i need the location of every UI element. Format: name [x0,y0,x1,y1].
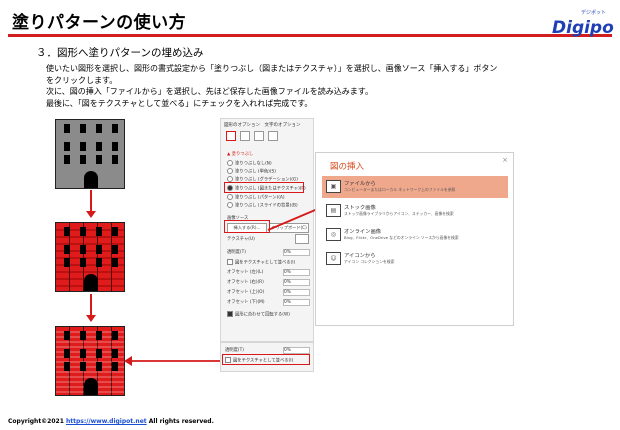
down-arrow [86,294,96,322]
highlight-tile-checkbox [222,354,310,365]
footer-copyright: Copyright©2021 https://www.digipot.net A… [8,418,214,425]
option-label: 塗りつぶしなし(N) [235,161,272,167]
title-underline [8,34,612,37]
item-desc: ストック画像ライブラリからアイコン、ステッカー、画像を検索 [344,211,454,216]
checkbox-label: 図をテクスチャとして並べる(I) [235,260,296,266]
castle-shape-gray [55,119,125,189]
offset-top-input[interactable]: 0% [283,289,310,296]
item-desc: コンピューターまたはローカル ネットワーク上のファイルを参照 [344,187,456,192]
svg-text:Digipot: Digipot [552,18,614,38]
transparency-input[interactable]: 0% [283,347,310,354]
offset-right-input[interactable]: 0% [283,279,310,286]
icons-item[interactable]: ☺ アイコンから アイコン コレクションを検索 [322,248,508,270]
fill-option-none[interactable]: 塗りつぶしなし(N) [227,160,272,167]
offset-top-label: オフセット (上)(O) [227,290,265,295]
item-title: ストック画像 [344,205,376,211]
instruction-line: 最後に、「図をテクスチャとして並べる」にチェックを入れれば完成です。 [46,98,313,108]
offset-left-input[interactable]: 0% [283,269,310,276]
site-link[interactable]: https://www.digipot.net [66,418,147,425]
pane-header: 図形のオプション 文字のオプション [224,123,301,128]
picture-icon[interactable] [268,131,278,141]
fill-option-solid[interactable]: 塗りつぶし (単色)(S) [227,168,276,175]
transparency-label: 透明度(T) [227,250,246,255]
arrow-to-castle [124,356,220,366]
item-title: ファイルから [344,181,376,187]
rotate-checkbox[interactable]: 図形に合わせて回転する(W) [227,311,290,318]
offset-left-label: オフセット (左)(L) [227,270,264,275]
highlight-picture-fill [224,182,304,193]
globe-icon: ◎ [326,228,341,241]
radio-button[interactable] [227,194,233,200]
fill-section-header[interactable]: ▲ 塗りつぶし [227,151,253,157]
digipot-logo: Digipot デジポット [548,6,620,38]
tile-checkbox[interactable]: 図をテクスチャとして並べる(I) [227,259,295,266]
offset-right-label: オフセット (右)(R) [227,280,264,285]
insert-picture-dialog: 図の挿入 × ▣ ファイルから コンピューターまたはローカル ネットワーク上のフ… [315,152,514,326]
down-arrow [86,190,96,218]
instruction-line: 次に、図の挿入「ファイルから」を選択し、先ほど保存した画像ファイルを読み込みます… [46,87,373,97]
checkbox-checked[interactable] [227,311,233,317]
dialog-title: 図の挿入 [330,162,365,172]
radio-button[interactable] [227,160,233,166]
transparency-label: 透明度(T) [225,348,244,353]
copyright-text: Copyright©2021 [8,418,66,425]
castle-shape-brick [55,222,125,292]
radio-button[interactable] [227,202,233,208]
instruction-line: をクリックします。 [46,75,118,85]
file-icon: ▣ [326,180,341,193]
item-title: オンライン画像 [344,229,382,235]
size-properties-icon[interactable] [254,131,264,141]
stock-images-item[interactable]: ▤ ストック画像 ストック画像ライブラリからアイコン、ステッカー、画像を検索 [322,200,508,222]
page-title: 塗りパターンの使い方 [12,13,187,33]
offset-bottom-label: オフセット (下)(M) [227,300,265,305]
item-title: アイコンから [344,253,376,259]
highlight-insert-button [224,220,270,233]
svg-text:デジポット: デジポット [581,9,606,16]
close-icon[interactable]: × [502,156,508,164]
section-heading: ３．図形へ塗りパターンの埋め込み [36,47,204,59]
rights-text: All rights reserved. [146,418,214,425]
effects-icon[interactable] [240,131,250,141]
item-desc: アイコン コレクションを検索 [344,259,395,264]
online-images-item[interactable]: ◎ オンライン画像 Bing、Flickr、OneDrive などのオンライン … [322,224,508,246]
instructions: 使いたい図形を選択し、図形の書式設定から「塗りつぶし（図またはテクスチャ）」を選… [46,63,591,109]
option-label: 塗りつぶし (単色)(S) [235,169,276,175]
offset-bottom-input[interactable]: 0% [283,299,310,306]
instruction-line: 使いたい図形を選択し、図形の書式設定から「塗りつぶし（図またはテクスチャ）」を選… [46,64,498,73]
checkbox-label: 図形に合わせて回転する(W) [235,312,290,318]
item-desc: Bing、Flickr、OneDrive などのオンライン ソースから画像を検索 [344,235,459,240]
checkbox[interactable] [227,259,233,265]
icons-icon: ☺ [326,252,341,265]
castle-shape-tiled [55,326,125,396]
stock-image-icon: ▤ [326,204,341,217]
texture-label: テクスチャ(U) [227,237,255,242]
fill-line-icon[interactable] [226,131,236,141]
radio-button[interactable] [227,168,233,174]
from-file-item[interactable]: ▣ ファイルから コンピューターまたはローカル ネットワーク上のファイルを参照 [322,176,508,198]
texture-dropdown[interactable] [295,234,309,244]
transparency-input[interactable]: 0% [283,249,310,256]
